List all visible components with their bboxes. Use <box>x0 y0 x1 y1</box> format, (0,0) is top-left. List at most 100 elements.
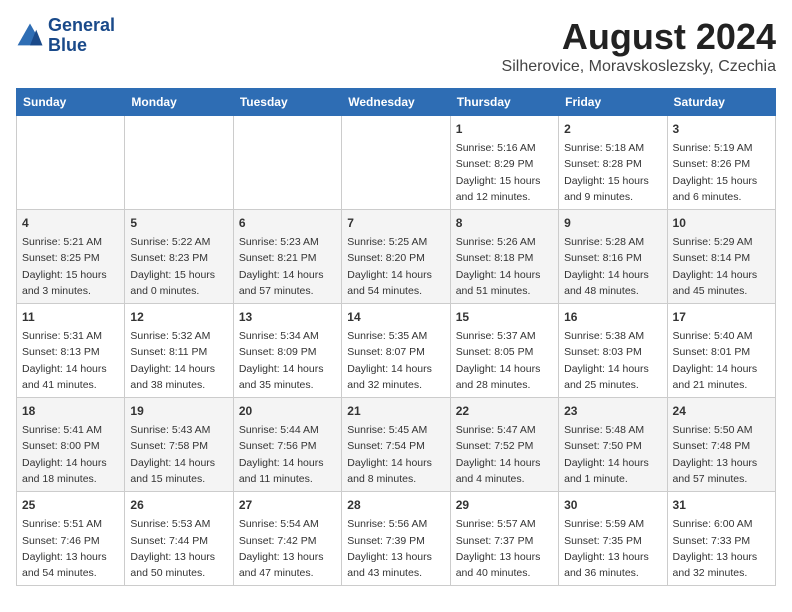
cell-info: Sunrise: 5:43 AM Sunset: 7:58 PM Dayligh… <box>130 422 227 487</box>
day-header-friday: Friday <box>559 89 667 116</box>
cell-info: Sunrise: 5:19 AM Sunset: 8:26 PM Dayligh… <box>673 140 770 205</box>
cell-info: Sunrise: 5:45 AM Sunset: 7:54 PM Dayligh… <box>347 422 444 487</box>
date-number: 31 <box>673 496 770 514</box>
cell-info: Sunrise: 5:23 AM Sunset: 8:21 PM Dayligh… <box>239 234 336 299</box>
date-number: 18 <box>22 402 119 420</box>
cell-info: Sunrise: 6:00 AM Sunset: 7:33 PM Dayligh… <box>673 516 770 581</box>
date-number: 9 <box>564 214 661 232</box>
date-number: 11 <box>22 308 119 326</box>
cell-info: Sunrise: 5:59 AM Sunset: 7:35 PM Dayligh… <box>564 516 661 581</box>
calendar-cell: 22 Sunrise: 5:47 AM Sunset: 7:52 PM Dayli… <box>450 398 558 492</box>
cell-info: Sunrise: 5:32 AM Sunset: 8:11 PM Dayligh… <box>130 328 227 393</box>
calendar-cell: 15 Sunrise: 5:37 AM Sunset: 8:05 PM Dayli… <box>450 304 558 398</box>
calendar-cell: 20 Sunrise: 5:44 AM Sunset: 7:56 PM Dayli… <box>233 398 341 492</box>
date-number: 27 <box>239 496 336 514</box>
date-number: 8 <box>456 214 553 232</box>
calendar-week-1: 1 Sunrise: 5:16 AM Sunset: 8:29 PM Daylig… <box>17 116 776 210</box>
date-number: 13 <box>239 308 336 326</box>
date-number: 12 <box>130 308 227 326</box>
date-number: 7 <box>347 214 444 232</box>
cell-info: Sunrise: 5:29 AM Sunset: 8:14 PM Dayligh… <box>673 234 770 299</box>
day-header-thursday: Thursday <box>450 89 558 116</box>
cell-info: Sunrise: 5:35 AM Sunset: 8:07 PM Dayligh… <box>347 328 444 393</box>
date-number: 23 <box>564 402 661 420</box>
calendar-body: 1 Sunrise: 5:16 AM Sunset: 8:29 PM Daylig… <box>17 116 776 586</box>
cell-info: Sunrise: 5:44 AM Sunset: 7:56 PM Dayligh… <box>239 422 336 487</box>
date-number: 3 <box>673 120 770 138</box>
title-section: August 2024 Silherovice, Moravskoslezsky… <box>502 16 776 76</box>
date-number: 4 <box>22 214 119 232</box>
calendar-cell: 31 Sunrise: 6:00 AM Sunset: 7:33 PM Dayli… <box>667 492 775 586</box>
calendar-cell: 18 Sunrise: 5:41 AM Sunset: 8:00 PM Dayli… <box>17 398 125 492</box>
date-number: 15 <box>456 308 553 326</box>
date-number: 30 <box>564 496 661 514</box>
date-number: 21 <box>347 402 444 420</box>
calendar-cell: 1 Sunrise: 5:16 AM Sunset: 8:29 PM Daylig… <box>450 116 558 210</box>
date-number: 28 <box>347 496 444 514</box>
cell-info: Sunrise: 5:26 AM Sunset: 8:18 PM Dayligh… <box>456 234 553 299</box>
cell-info: Sunrise: 5:51 AM Sunset: 7:46 PM Dayligh… <box>22 516 119 581</box>
logo-text: General Blue <box>48 16 115 56</box>
calendar-cell: 6 Sunrise: 5:23 AM Sunset: 8:21 PM Daylig… <box>233 210 341 304</box>
subtitle: Silherovice, Moravskoslezsky, Czechia <box>502 58 776 76</box>
date-number: 20 <box>239 402 336 420</box>
date-number: 24 <box>673 402 770 420</box>
calendar-cell: 9 Sunrise: 5:28 AM Sunset: 8:16 PM Daylig… <box>559 210 667 304</box>
calendar-cell: 30 Sunrise: 5:59 AM Sunset: 7:35 PM Dayli… <box>559 492 667 586</box>
calendar-cell: 12 Sunrise: 5:32 AM Sunset: 8:11 PM Dayli… <box>125 304 233 398</box>
day-header-wednesday: Wednesday <box>342 89 450 116</box>
calendar-cell: 21 Sunrise: 5:45 AM Sunset: 7:54 PM Dayli… <box>342 398 450 492</box>
cell-info: Sunrise: 5:40 AM Sunset: 8:01 PM Dayligh… <box>673 328 770 393</box>
calendar-week-3: 11Sunrise: 5:31 AM Sunset: 8:13 PM Dayli… <box>17 304 776 398</box>
cell-info: Sunrise: 5:41 AM Sunset: 8:00 PM Dayligh… <box>22 422 119 487</box>
calendar-cell <box>17 116 125 210</box>
cell-info: Sunrise: 5:38 AM Sunset: 8:03 PM Dayligh… <box>564 328 661 393</box>
calendar-cell: 23 Sunrise: 5:48 AM Sunset: 7:50 PM Dayli… <box>559 398 667 492</box>
calendar-cell: 25Sunrise: 5:51 AM Sunset: 7:46 PM Dayli… <box>17 492 125 586</box>
calendar-cell: 17 Sunrise: 5:40 AM Sunset: 8:01 PM Dayli… <box>667 304 775 398</box>
date-number: 22 <box>456 402 553 420</box>
calendar-cell: 28 Sunrise: 5:56 AM Sunset: 7:39 PM Dayli… <box>342 492 450 586</box>
calendar-week-4: 18 Sunrise: 5:41 AM Sunset: 8:00 PM Dayli… <box>17 398 776 492</box>
calendar-cell <box>342 116 450 210</box>
calendar-table: SundayMondayTuesdayWednesdayThursdayFrid… <box>16 88 776 586</box>
cell-info: Sunrise: 5:48 AM Sunset: 7:50 PM Dayligh… <box>564 422 661 487</box>
cell-info: Sunrise: 5:16 AM Sunset: 8:29 PM Dayligh… <box>456 140 553 205</box>
cell-info: Sunrise: 5:50 AM Sunset: 7:48 PM Dayligh… <box>673 422 770 487</box>
date-number: 19 <box>130 402 227 420</box>
cell-info: Sunrise: 5:34 AM Sunset: 8:09 PM Dayligh… <box>239 328 336 393</box>
date-number: 6 <box>239 214 336 232</box>
calendar-cell: 4Sunrise: 5:21 AM Sunset: 8:25 PM Daylig… <box>17 210 125 304</box>
cell-info: Sunrise: 5:56 AM Sunset: 7:39 PM Dayligh… <box>347 516 444 581</box>
calendar-cell: 26 Sunrise: 5:53 AM Sunset: 7:44 PM Dayli… <box>125 492 233 586</box>
calendar-cell: 11Sunrise: 5:31 AM Sunset: 8:13 PM Dayli… <box>17 304 125 398</box>
cell-info: Sunrise: 5:53 AM Sunset: 7:44 PM Dayligh… <box>130 516 227 581</box>
calendar-cell: 16Sunrise: 5:38 AM Sunset: 8:03 PM Dayli… <box>559 304 667 398</box>
calendar-cell: 10 Sunrise: 5:29 AM Sunset: 8:14 PM Dayli… <box>667 210 775 304</box>
calendar-week-2: 4Sunrise: 5:21 AM Sunset: 8:25 PM Daylig… <box>17 210 776 304</box>
calendar-cell: 3 Sunrise: 5:19 AM Sunset: 8:26 PM Daylig… <box>667 116 775 210</box>
calendar-cell: 19 Sunrise: 5:43 AM Sunset: 7:58 PM Dayli… <box>125 398 233 492</box>
cell-info: Sunrise: 5:37 AM Sunset: 8:05 PM Dayligh… <box>456 328 553 393</box>
date-number: 17 <box>673 308 770 326</box>
cell-info: Sunrise: 5:28 AM Sunset: 8:16 PM Dayligh… <box>564 234 661 299</box>
calendar-cell: 7 Sunrise: 5:25 AM Sunset: 8:20 PM Daylig… <box>342 210 450 304</box>
date-number: 10 <box>673 214 770 232</box>
calendar-cell: 27 Sunrise: 5:54 AM Sunset: 7:42 PM Dayli… <box>233 492 341 586</box>
day-header-saturday: Saturday <box>667 89 775 116</box>
calendar-cell: 2Sunrise: 5:18 AM Sunset: 8:28 PM Daylig… <box>559 116 667 210</box>
main-title: August 2024 <box>502 16 776 58</box>
date-number: 1 <box>456 120 553 138</box>
date-number: 26 <box>130 496 227 514</box>
calendar-cell: 13 Sunrise: 5:34 AM Sunset: 8:09 PM Dayli… <box>233 304 341 398</box>
date-number: 5 <box>130 214 227 232</box>
calendar-cell: 24 Sunrise: 5:50 AM Sunset: 7:48 PM Dayli… <box>667 398 775 492</box>
cell-info: Sunrise: 5:22 AM Sunset: 8:23 PM Dayligh… <box>130 234 227 299</box>
cell-info: Sunrise: 5:47 AM Sunset: 7:52 PM Dayligh… <box>456 422 553 487</box>
day-header-tuesday: Tuesday <box>233 89 341 116</box>
cell-info: Sunrise: 5:25 AM Sunset: 8:20 PM Dayligh… <box>347 234 444 299</box>
cell-info: Sunrise: 5:54 AM Sunset: 7:42 PM Dayligh… <box>239 516 336 581</box>
logo: General Blue <box>16 16 115 56</box>
calendar-cell: 29Sunrise: 5:57 AM Sunset: 7:37 PM Dayli… <box>450 492 558 586</box>
date-number: 2 <box>564 120 661 138</box>
